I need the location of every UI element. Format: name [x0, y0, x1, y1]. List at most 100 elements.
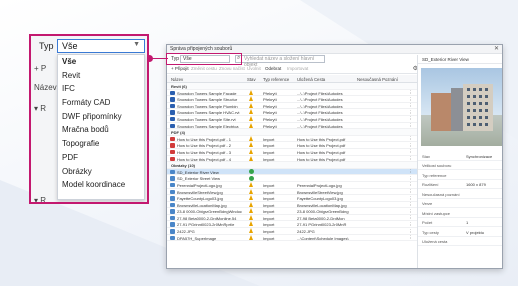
more-options-icon[interactable]: ⋮: [409, 123, 414, 129]
table-row[interactable]: Snowdon Towers Sample Electrica Překrytí.…: [167, 122, 417, 130]
dropdown-option[interactable]: Vše: [58, 55, 144, 69]
dropdown-option[interactable]: Topografie: [58, 137, 144, 151]
behind-text: + P: [34, 64, 47, 73]
dropdown-option[interactable]: DWF připomínky: [58, 110, 144, 124]
table-row[interactable]: SD_Exterior River View ⋮: [167, 168, 417, 176]
warning-icon: [249, 208, 253, 214]
table-row[interactable]: PerennialProjectLogo.jpg Import PerennialP…: [167, 181, 417, 189]
type-dropdown-list: Vše Revit IFC Formáty CAD DWF připomínky Mrač…: [57, 54, 145, 200]
more-options-icon[interactable]: ⋮: [409, 176, 414, 182]
row-path: 2422.JPG: [297, 229, 315, 235]
group-row[interactable]: PDF (4): [167, 129, 417, 136]
warning-icon: [249, 188, 253, 194]
table-row[interactable]: SD_Exterior Street View ⋮: [167, 175, 417, 182]
dropdown-option[interactable]: Model koordinace: [58, 178, 144, 192]
table-row[interactable]: How to Use this Project.pdf - 3 Import How…: [167, 148, 417, 156]
more-options-icon[interactable]: ⋮: [409, 222, 414, 228]
behind-text: ▾ R: [34, 196, 47, 204]
more-options-icon[interactable]: ⋮: [409, 196, 414, 202]
unload-button[interactable]: Uvolnit: [247, 66, 261, 71]
close-icon[interactable]: ✕: [494, 45, 499, 54]
table-row[interactable]: Snowdon Towers Sample Facade Překrytí ...\…: [167, 89, 417, 97]
table-row[interactable]: 27-98 Beta0000-2-DrdMonline.54 Import 27-9…: [167, 214, 417, 222]
more-options-icon[interactable]: ⋮: [409, 229, 414, 235]
dropdown-option[interactable]: Revit: [58, 69, 144, 83]
row-ref-type: Import: [263, 143, 275, 149]
more-options-icon[interactable]: ⋮: [409, 116, 414, 122]
import-button[interactable]: Importovat: [287, 66, 308, 71]
property-row: Rozlišení 1600 x 879: [418, 180, 502, 189]
column-header-note[interactable]: Nesoučasná Poznání: [357, 77, 398, 82]
row-name: 27-98 Beta0000-2-DrdMonline.54: [177, 215, 237, 221]
window-shape: [485, 95, 488, 98]
table-row[interactable]: How to Use this Project.pdf - 4 Import How…: [167, 155, 417, 163]
more-options-icon[interactable]: ⋮: [409, 97, 414, 103]
preview-title: SD_Exterior River View: [418, 55, 502, 64]
group-row[interactable]: Obrázky (10): [167, 162, 417, 169]
more-options-icon[interactable]: ⋮: [409, 143, 414, 149]
dialog-title: Správa připojených souborů: [170, 46, 233, 52]
column-header-name[interactable]: Název: [171, 77, 183, 82]
property-row: Typ reference: [418, 170, 502, 180]
window-shape: [467, 102, 470, 105]
table-row[interactable]: 23-8 0000-OblgrzGreenBdngWindoc Import 23-…: [167, 208, 417, 215]
dropdown-option[interactable]: Obrázky: [58, 165, 144, 179]
more-options-icon[interactable]: ⋮: [409, 156, 414, 162]
group-row[interactable]: Revit (6): [167, 83, 417, 90]
change-path-button[interactable]: Změnit cestu: [191, 66, 217, 71]
more-options-icon[interactable]: ⋮: [409, 235, 414, 241]
more-options-icon[interactable]: ⋮: [409, 209, 414, 215]
more-options-icon[interactable]: ⋮: [409, 202, 414, 208]
row-name: Snowdon Towers Sample Plumbin: [177, 103, 238, 109]
more-options-icon[interactable]: ⋮: [409, 103, 414, 109]
more-options-icon[interactable]: ⋮: [409, 149, 414, 155]
table-row[interactable]: Snowdon Towers Sample HVAC.rvt Překrytí..…: [167, 109, 417, 116]
window-shape: [473, 109, 476, 112]
dropdown-option[interactable]: IFC: [58, 82, 144, 96]
more-options-icon[interactable]: ⋮: [409, 169, 414, 175]
more-options-icon[interactable]: ⋮: [409, 110, 414, 116]
row-ref-type: Import: [263, 202, 275, 208]
table-row[interactable]: Snowdon Towers Sample Plumbin Překrytí...…: [167, 102, 417, 110]
revit-file-icon: [170, 116, 175, 122]
table-row[interactable]: How to Use this Project.pdf - 1 Import How…: [167, 135, 417, 143]
row-path: 27-98 Beta0000-2-DrdMon: [297, 215, 345, 221]
table-row[interactable]: 27-91 PGrinnt0023-2r0MnRprt/e Import 27-91…: [167, 221, 417, 229]
column-header-ref-type[interactable]: Typ reference: [263, 77, 289, 82]
row-name: Snowdon Towers Sample Electrica: [177, 123, 239, 129]
more-options-icon[interactable]: ⋮: [409, 182, 414, 188]
table-row[interactable]: BrownsvilleStreetView.jpg Import Brownsvil…: [167, 188, 417, 196]
group-label: Obrázky (10): [171, 163, 196, 169]
remove-button[interactable]: Odebrat: [265, 66, 281, 71]
column-header-saved-path[interactable]: Uložená Cesta: [297, 77, 325, 82]
table-row[interactable]: Snowdon Towers Sample Site.rvt Překrytí..…: [167, 115, 417, 123]
more-options-icon[interactable]: ⋮: [409, 189, 414, 195]
row-path: ...\..\Project Files\Autodes: [297, 110, 343, 116]
more-options-icon[interactable]: ⋮: [409, 215, 414, 221]
search-input[interactable]: ⌕ Vyhledat název a složení hlavní objekt: [235, 55, 325, 68]
window-shape: [467, 123, 470, 126]
type-select[interactable]: Vše ▼: [57, 39, 145, 53]
row-ref-type: Import: [263, 235, 275, 241]
more-options-icon[interactable]: ⋮: [409, 90, 414, 96]
dropdown-option[interactable]: Mračna bodů: [58, 123, 144, 137]
table-row[interactable]: BrownsvilleLocationMap.jpg Import Brownsvi…: [167, 201, 417, 209]
table-row[interactable]: FayetteCountyLogo03.jpg Import FayetteCoun…: [167, 195, 417, 202]
table-row[interactable]: DPA57H_SuperImage Import ...\Content\Sched…: [167, 234, 417, 242]
more-options-icon[interactable]: ⋮: [409, 136, 414, 142]
revit-file-icon: [170, 90, 175, 96]
dropdown-option[interactable]: PDF: [58, 151, 144, 165]
window-shape: [485, 116, 488, 119]
row-path: ...\Content\Schedule Images\: [297, 235, 349, 241]
row-name: Snowdon Towers Sample Structur: [177, 97, 238, 103]
table-row[interactable]: Snowdon Towers Sample Structur Překrytí..…: [167, 96, 417, 103]
reload-button[interactable]: Znovu načíst: [219, 66, 245, 71]
table-row[interactable]: How to Use this Project.pdf - 2 Import How…: [167, 142, 417, 149]
window-shape: [473, 95, 476, 98]
property-row: Místní zastupce: [418, 208, 502, 218]
column-header-status[interactable]: Stav: [247, 77, 256, 82]
dropdown-option[interactable]: Formáty CAD: [58, 96, 144, 110]
row-name: 2422.JPG: [177, 229, 195, 235]
table-row[interactable]: 2422.JPG Import 2422.JPG ⋮: [167, 228, 417, 235]
add-link-button[interactable]: + Připojit: [171, 66, 189, 71]
